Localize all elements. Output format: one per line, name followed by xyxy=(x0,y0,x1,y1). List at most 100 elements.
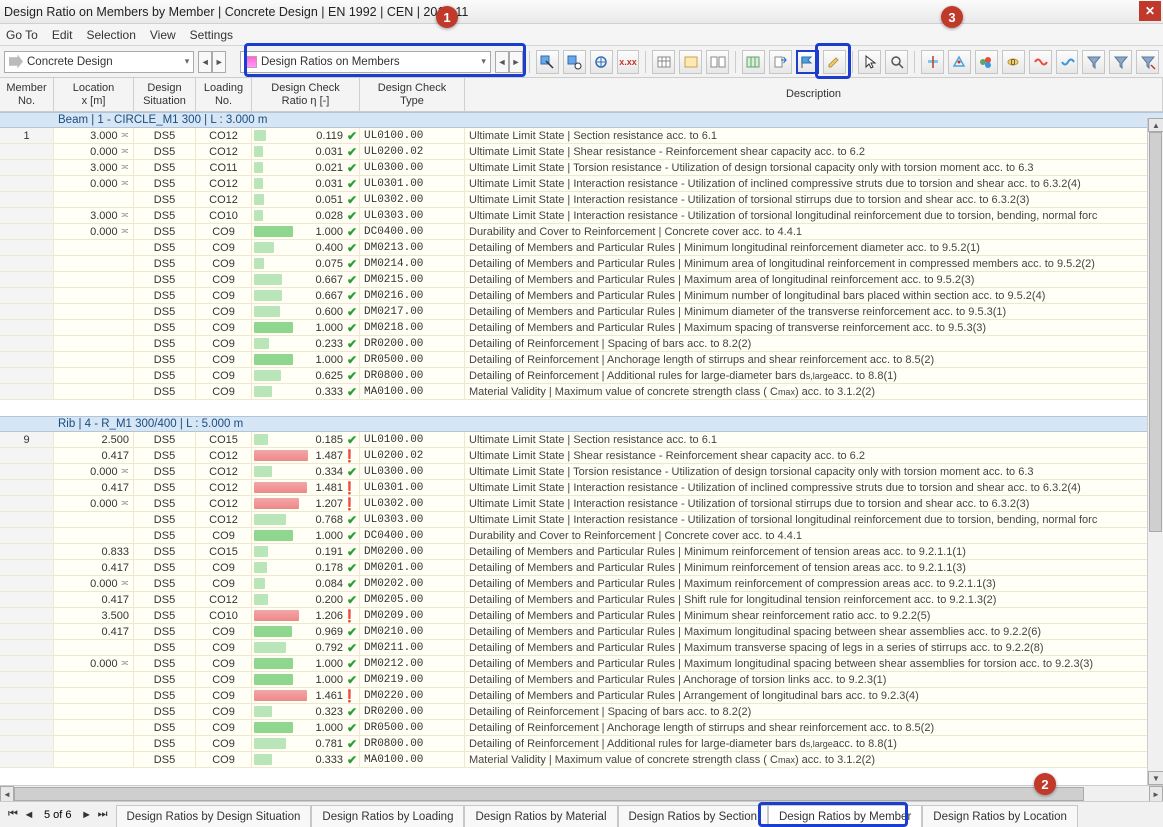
tool-misc-2[interactable] xyxy=(948,50,971,74)
tool-misc-4[interactable]: 0 xyxy=(1002,50,1025,74)
table-row[interactable]: 0.000DS5CO90.084✔DM0202.00Detailing of M… xyxy=(0,576,1163,592)
tab-design-ratios-by-member[interactable]: Design Ratios by Member xyxy=(768,805,922,827)
menu-settings[interactable]: Settings xyxy=(190,28,233,42)
table-row[interactable]: DS5CO90.333✔MA0100.00Material Validity |… xyxy=(0,752,1163,768)
close-button[interactable]: ✕ xyxy=(1139,1,1161,21)
table-row[interactable]: DS5CO90.667✔DM0216.00Detailing of Member… xyxy=(0,288,1163,304)
scroll-right-button[interactable]: ► xyxy=(1149,786,1163,802)
header-ratio[interactable]: Design CheckRatio η [-] xyxy=(252,78,360,111)
table-row[interactable]: DS5CO120.768✔UL0303.00Ultimate Limit Sta… xyxy=(0,512,1163,528)
tool-graph[interactable] xyxy=(590,50,613,74)
tool-cursor[interactable] xyxy=(858,50,881,74)
pager-last[interactable]: ⏭ xyxy=(96,808,110,821)
tool-funnel-1[interactable] xyxy=(1082,50,1105,74)
table-row[interactable]: DS5CO90.233✔DR0200.00Detailing of Reinfo… xyxy=(0,336,1163,352)
table-row[interactable]: 0.000DS5CO120.031✔UL0200.02Ultimate Limi… xyxy=(0,144,1163,160)
tool-select-2[interactable] xyxy=(563,50,586,74)
table-row[interactable]: DS5CO90.781✔DR0800.00Detailing of Reinfo… xyxy=(0,736,1163,752)
tool-misc-6[interactable] xyxy=(1056,50,1079,74)
table-row[interactable]: 3.000DS5CO100.028✔UL0303.00Ultimate Limi… xyxy=(0,208,1163,224)
table-row[interactable]: DS5CO90.625✔DR0800.00Detailing of Reinfo… xyxy=(0,368,1163,384)
scroll-thumb[interactable] xyxy=(1149,132,1162,532)
table-row[interactable]: 0.000DS5CO120.031✔UL0301.00Ultimate Limi… xyxy=(0,176,1163,192)
menu-selection[interactable]: Selection xyxy=(87,28,136,42)
table-row[interactable]: 3.500DS5CO101.206❗DM0209.00Detailing of … xyxy=(0,608,1163,624)
scroll-down-button[interactable]: ▼ xyxy=(1148,771,1163,785)
tool-edit[interactable] xyxy=(823,50,846,74)
tool-select-1[interactable] xyxy=(536,50,559,74)
table-row[interactable]: DS5CO90.400✔DM0213.00Detailing of Member… xyxy=(0,240,1163,256)
table-row[interactable]: DS5CO90.333✔MA0100.00Material Validity |… xyxy=(0,384,1163,400)
table-row[interactable]: 0.833DS5CO150.191✔DM0200.00Detailing of … xyxy=(0,544,1163,560)
table-row[interactable]: 0.417DS5CO121.487❗UL0200.02Ultimate Limi… xyxy=(0,448,1163,464)
table-row[interactable]: DS5CO90.075✔DM0214.00Detailing of Member… xyxy=(0,256,1163,272)
tool-misc-5[interactable] xyxy=(1029,50,1052,74)
table-row[interactable]: DS5CO90.667✔DM0215.00Detailing of Member… xyxy=(0,272,1163,288)
table-row[interactable]: DS5CO90.600✔DM0217.00Detailing of Member… xyxy=(0,304,1163,320)
tool-filter-flag[interactable] xyxy=(796,50,819,74)
scroll-thumb-h[interactable] xyxy=(14,787,1084,801)
module-combo[interactable]: Concrete Design ▾ xyxy=(4,51,194,73)
table-row[interactable]: 0.417DS5CO121.481❗UL0301.00Ultimate Limi… xyxy=(0,480,1163,496)
table-row[interactable]: 92.500DS5CO150.185✔UL0100.00Ultimate Lim… xyxy=(0,432,1163,448)
table-row[interactable]: DS5CO91.000✔DR0500.00Detailing of Reinfo… xyxy=(0,352,1163,368)
module-prev-button[interactable]: ◄ xyxy=(198,51,212,73)
group-header[interactable]: Rib | 4 - R_M1 300/400 | L : 5.000 m xyxy=(0,416,1163,432)
group-header[interactable]: Beam | 1 - CIRCLE_M1 300 | L : 3.000 m xyxy=(0,112,1163,128)
menu-view[interactable]: View xyxy=(150,28,176,42)
table-row[interactable]: DS5CO91.000✔DM0219.00Detailing of Member… xyxy=(0,672,1163,688)
tool-misc-3[interactable] xyxy=(975,50,998,74)
header-description[interactable]: Description xyxy=(465,78,1163,111)
menu-goto[interactable]: Go To xyxy=(6,28,38,42)
tab-design-ratios-by-location[interactable]: Design Ratios by Location xyxy=(922,805,1078,827)
tool-table-2[interactable] xyxy=(679,50,702,74)
tool-misc-1[interactable] xyxy=(921,50,944,74)
results-grid[interactable]: Beam | 1 - CIRCLE_M1 300 | L : 3.000 m13… xyxy=(0,112,1163,768)
tool-funnel-2[interactable] xyxy=(1109,50,1132,74)
table-row[interactable]: DS5CO120.051✔UL0302.00Ultimate Limit Sta… xyxy=(0,192,1163,208)
table-row[interactable]: DS5CO90.323✔DR0200.00Detailing of Reinfo… xyxy=(0,704,1163,720)
tool-table-1[interactable] xyxy=(652,50,675,74)
tab-design-ratios-by-material[interactable]: Design Ratios by Material xyxy=(464,805,617,827)
tool-funnel-3[interactable] xyxy=(1136,50,1159,74)
menu-edit[interactable]: Edit xyxy=(52,28,73,42)
tool-table-3[interactable] xyxy=(706,50,729,74)
table-row[interactable]: 0.417DS5CO90.969✔DM0210.00Detailing of M… xyxy=(0,624,1163,640)
table-row[interactable]: 3.000DS5CO110.021✔UL0300.00Ultimate Limi… xyxy=(0,160,1163,176)
tab-design-ratios-by-design-situation[interactable]: Design Ratios by Design Situation xyxy=(116,805,312,827)
pager-prev[interactable]: ◄ xyxy=(22,809,36,821)
scroll-left-button[interactable]: ◄ xyxy=(0,786,14,802)
tool-find[interactable] xyxy=(885,50,908,74)
table-row[interactable]: 0.000DS5CO120.334✔UL0300.00Ultimate Limi… xyxy=(0,464,1163,480)
header-location[interactable]: Locationx [m] xyxy=(54,78,134,111)
table-row[interactable]: DS5CO91.000✔DC0400.00Durability and Cove… xyxy=(0,528,1163,544)
table-row[interactable]: 0.417DS5CO90.178✔DM0201.00Detailing of M… xyxy=(0,560,1163,576)
tool-columns[interactable] xyxy=(742,50,765,74)
table-row[interactable]: 0.000DS5CO91.000✔DM0212.00Detailing of M… xyxy=(0,656,1163,672)
header-member-no[interactable]: MemberNo. xyxy=(0,78,54,111)
table-row[interactable]: 0.417DS5CO120.200✔DM0205.00Detailing of … xyxy=(0,592,1163,608)
pager-first[interactable]: ⏮ xyxy=(6,808,20,821)
table-row[interactable]: DS5CO91.000✔DR0500.00Detailing of Reinfo… xyxy=(0,720,1163,736)
table-row[interactable]: 13.000DS5CO120.119✔UL0100.00Ultimate Lim… xyxy=(0,128,1163,144)
table-row[interactable]: DS5CO91.000✔DM0218.00Detailing of Member… xyxy=(0,320,1163,336)
table-row[interactable]: DS5CO90.792✔DM0211.00Detailing of Member… xyxy=(0,640,1163,656)
table-row[interactable]: DS5CO91.461❗DM0220.00Detailing of Member… xyxy=(0,688,1163,704)
module-next-button[interactable]: ► xyxy=(212,51,226,73)
scroll-up-button[interactable]: ▲ xyxy=(1148,118,1163,132)
pager-next[interactable]: ► xyxy=(80,809,94,821)
header-loading[interactable]: LoadingNo. xyxy=(196,78,252,111)
horizontal-scrollbar[interactable]: ◄ ► xyxy=(0,785,1163,801)
table-row[interactable]: 0.000DS5CO91.000✔DC0400.00Durability and… xyxy=(0,224,1163,240)
result-combo[interactable]: Design Ratios on Members ▾ xyxy=(240,51,491,73)
table-row[interactable]: 0.000DS5CO121.207❗UL0302.00Ultimate Limi… xyxy=(0,496,1163,512)
tool-scale[interactable]: x.xx xyxy=(617,50,640,74)
header-situation[interactable]: DesignSituation xyxy=(134,78,196,111)
tab-design-ratios-by-loading[interactable]: Design Ratios by Loading xyxy=(311,805,464,827)
result-next-button[interactable]: ► xyxy=(509,51,523,73)
header-type[interactable]: Design CheckType xyxy=(360,78,465,111)
result-prev-button[interactable]: ◄ xyxy=(495,51,509,73)
vertical-scrollbar[interactable]: ▲ ▼ xyxy=(1147,118,1163,785)
tab-design-ratios-by-section[interactable]: Design Ratios by Section xyxy=(618,805,768,827)
tool-export[interactable] xyxy=(769,50,792,74)
